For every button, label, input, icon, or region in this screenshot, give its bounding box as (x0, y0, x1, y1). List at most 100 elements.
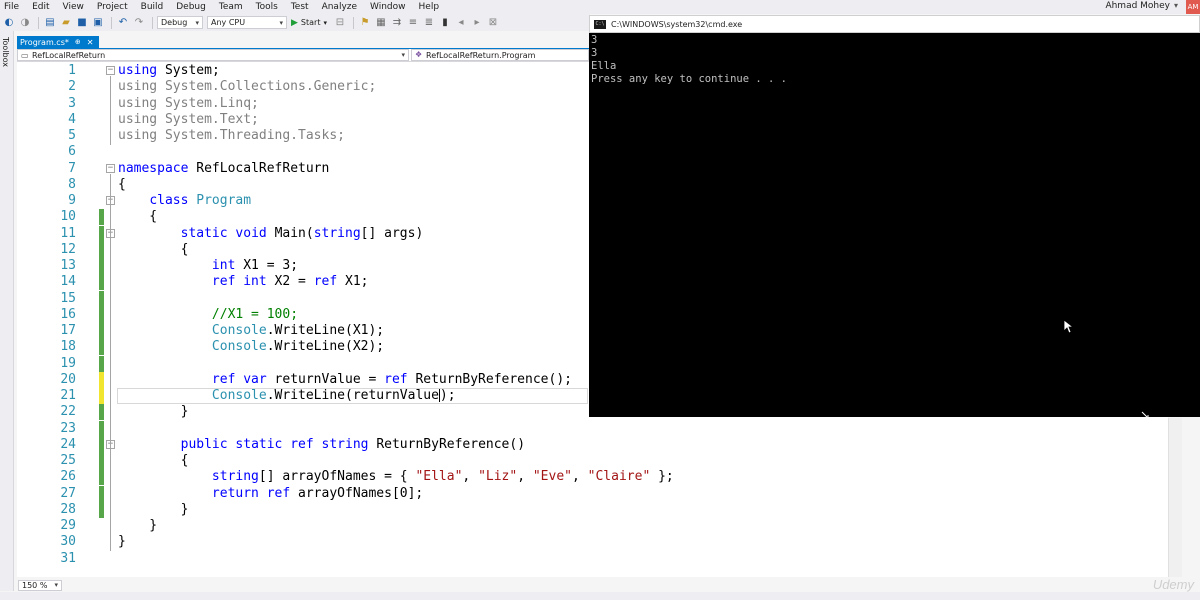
code-text: int X1 = 3; (211, 258, 299, 273)
chevron-down-icon: ▾ (54, 581, 58, 589)
code-text: class Program (149, 193, 252, 208)
save-all-icon[interactable]: ▣ (91, 16, 105, 30)
chevron-down-icon[interactable]: ▾ (1174, 1, 1178, 10)
indent-icon[interactable]: ≡ (406, 16, 420, 30)
change-marker (99, 420, 104, 437)
toolbox-label[interactable]: Toolbox (1, 37, 10, 67)
udemy-watermark: Udemy (1152, 577, 1194, 592)
chevron-down-icon: ▾ (401, 51, 405, 59)
code-text: using System; (118, 63, 220, 78)
line-number: 1 (68, 63, 76, 78)
close-icon[interactable]: ✕ (87, 38, 94, 47)
code-text: public static ref string ReturnByReferen… (180, 436, 526, 452)
menu-tools[interactable]: Tools (252, 2, 287, 12)
code-line[interactable]: 29 } (17, 518, 1168, 534)
standard-toolbar: ◐ ◑ ▤ ▰ ■ ▣ ↶ ↷ Debug ▾ Any CPU ▾ ▶ Star… (0, 14, 590, 31)
change-marker (99, 241, 104, 258)
new-project-icon[interactable]: ▤ (43, 16, 57, 30)
class-dropdown[interactable]: ❖ RefLocalRefReturn.Program (411, 49, 589, 61)
attach-icon[interactable]: ⊟ (333, 16, 347, 30)
open-file-icon[interactable]: ▰ (59, 16, 73, 30)
console-output[interactable]: 3 3 Ella Press any key to continue . . . (589, 33, 1200, 417)
clear-bookmark-icon[interactable]: ⊠ (486, 16, 500, 30)
back-icon[interactable]: ◐ (2, 16, 16, 30)
line-number: 23 (60, 420, 76, 436)
collapse-icon[interactable]: − (106, 66, 115, 75)
line-number: 13 (60, 258, 76, 273)
code-line[interactable]: 23 (17, 420, 1168, 437)
code-text: return ref arrayOfNames[0]; (211, 485, 424, 501)
menu-project[interactable]: Project (93, 2, 137, 12)
code-line[interactable]: 27 return ref arrayOfNames[0]; (17, 485, 1168, 502)
menu-edit[interactable]: Edit (28, 2, 58, 12)
project-dropdown[interactable]: ▭ RefLocalRefReturn ▾ (17, 49, 409, 61)
undo-icon[interactable]: ↶ (116, 16, 130, 30)
change-marker (99, 355, 104, 372)
menu-analyze[interactable]: Analyze (318, 2, 366, 12)
chevron-down-icon: ▾ (195, 19, 199, 27)
console-title-bar[interactable]: C:\ C:\WINDOWS\system32\cmd.exe (589, 15, 1200, 33)
layout-icon[interactable]: ▦ (374, 16, 388, 30)
prev-bookmark-icon[interactable]: ◂ (454, 16, 468, 30)
outline-guide (110, 76, 111, 145)
code-line[interactable]: 24− public static ref string ReturnByRef… (17, 436, 1168, 453)
toolbar-separator (38, 16, 39, 29)
change-marker (99, 453, 104, 469)
code-line[interactable]: 26 string[] arrayOfNames = { "Ella", "Li… (17, 469, 1168, 486)
change-marker (99, 404, 104, 421)
solution-platform-value: Any CPU (211, 18, 246, 27)
menu-test[interactable]: Test (287, 2, 318, 12)
tab-program-cs[interactable]: Program.cs* ⊕ ✕ (17, 36, 99, 48)
menu-view[interactable]: View (59, 2, 93, 12)
line-number: 30 (60, 534, 76, 550)
solution-platform-select[interactable]: Any CPU ▾ (207, 16, 287, 29)
tab-title: Program.cs* (20, 37, 69, 47)
save-icon[interactable]: ■ (75, 16, 89, 30)
line-number: 4 (68, 111, 76, 127)
user-avatar[interactable]: AM (1186, 0, 1200, 14)
line-number: 3 (68, 95, 76, 111)
toolbar-separator (152, 16, 153, 29)
collapse-icon[interactable]: − (106, 163, 115, 173)
change-marker (99, 323, 104, 339)
code-text: ref var returnValue = ref ReturnByRefere… (211, 371, 572, 387)
code-text: //X1 = 100; (211, 306, 299, 322)
navigation-bar: ▭ RefLocalRefReturn ▾ ❖ RefLocalRefRetur… (17, 49, 589, 62)
code-text: using System.Text; (118, 111, 259, 127)
toolbox-strip[interactable]: Toolbox (0, 31, 14, 591)
code-line[interactable]: 31 (17, 551, 1168, 567)
code-text: } (118, 534, 126, 550)
line-number: 22 (60, 404, 76, 420)
bookmark-icon[interactable]: ▮ (438, 16, 452, 30)
redo-icon[interactable]: ↷ (132, 16, 146, 30)
code-line[interactable]: 25 { (17, 453, 1168, 469)
code-line[interactable]: 28 } (17, 501, 1168, 518)
user-name[interactable]: Ahmad Mohey (1105, 1, 1170, 11)
menu-help[interactable]: Help (415, 2, 449, 12)
pin-icon[interactable]: ⊕ (75, 38, 81, 46)
change-marker (99, 501, 104, 518)
code-line[interactable]: 30} (17, 534, 1168, 550)
change-marker (99, 225, 104, 242)
menu-build[interactable]: Build (137, 2, 173, 12)
outdent-icon[interactable]: ≣ (422, 16, 436, 30)
resize-cursor-icon (1141, 411, 1149, 422)
line-number: 28 (60, 501, 76, 517)
code-text: } (118, 518, 158, 533)
forward-icon[interactable]: ◑ (18, 16, 32, 30)
menu-file[interactable]: File (0, 2, 28, 12)
line-number: 31 (60, 550, 76, 566)
start-button[interactable]: ▶ Start ▾ (291, 18, 327, 28)
vertical-scrollbar[interactable] (1168, 418, 1182, 577)
zoom-select[interactable]: 150 % ▾ (18, 580, 62, 591)
line-number: 26 (60, 469, 76, 485)
line-number: 29 (60, 518, 76, 533)
menu-team[interactable]: Team (215, 2, 252, 12)
find-icon[interactable]: ⚑ (358, 16, 372, 30)
menu-window[interactable]: Window (366, 2, 415, 12)
code-text: Console.WriteLine(X1); (211, 323, 385, 338)
solution-config-select[interactable]: Debug ▾ (157, 16, 203, 29)
menu-debug[interactable]: Debug (172, 2, 215, 12)
step-icon[interactable]: ⇉ (390, 16, 404, 30)
next-bookmark-icon[interactable]: ▸ (470, 16, 484, 30)
